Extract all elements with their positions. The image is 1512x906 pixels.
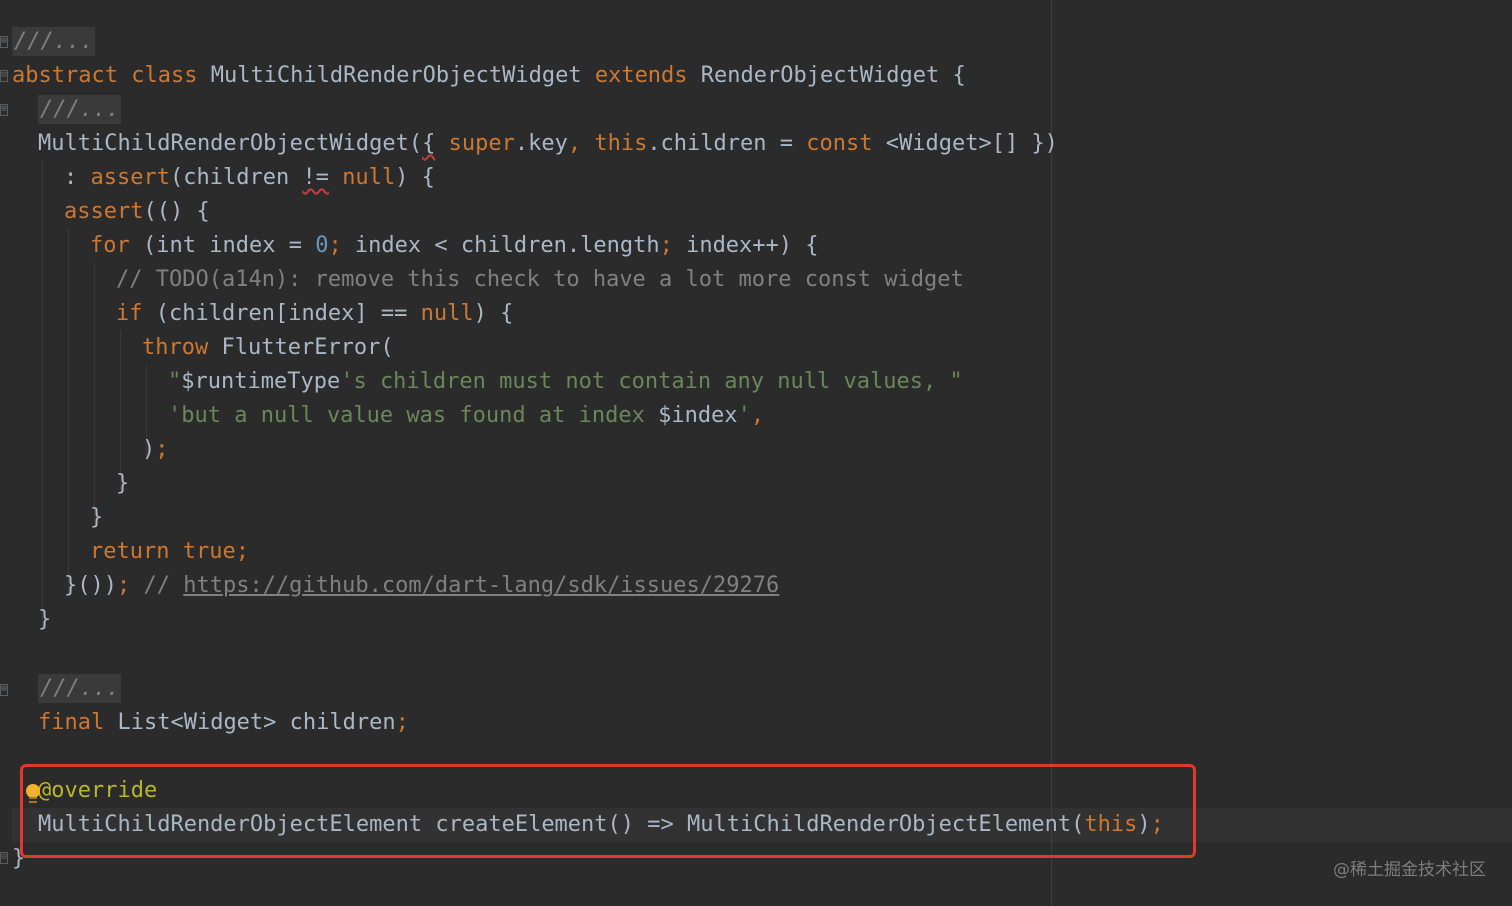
field-ref: .key <box>514 131 568 156</box>
folded-doc-comment[interactable]: ///... <box>12 27 96 56</box>
string-interpolation: $index <box>658 403 738 428</box>
keyword: if <box>116 301 143 326</box>
code-line[interactable]: return true; <box>90 535 249 569</box>
editor-gutter[interactable] <box>0 0 12 906</box>
folded-doc-comment[interactable]: ///... <box>38 95 122 124</box>
type-literal: <Widget>[] }) <box>872 131 1058 156</box>
punctuation: ) { <box>473 301 514 326</box>
punctuation: { <box>939 63 966 88</box>
code-line[interactable]: ///... <box>38 93 122 127</box>
code-line[interactable]: MultiChildRenderObjectWidget({ super.key… <box>38 127 1058 161</box>
keyword: throw <box>142 335 209 360</box>
punctuation: ; <box>116 573 131 598</box>
code-line[interactable]: } <box>90 501 103 535</box>
punctuation: , <box>750 403 765 428</box>
punctuation: ) { <box>395 165 435 190</box>
code-line[interactable]: for (int index = 0; index < children.len… <box>90 229 819 263</box>
punctuation: ; <box>155 437 169 462</box>
punctuation: } <box>116 471 130 496</box>
keyword: abstract <box>12 63 118 88</box>
keyword: this <box>594 131 648 156</box>
folded-doc-comment[interactable]: ///... <box>38 674 122 703</box>
string-literal: " <box>168 369 182 394</box>
intention-bulb-base <box>29 797 37 803</box>
string-literal: 's children must not contain any null va… <box>340 369 963 394</box>
keyword: super <box>448 131 515 156</box>
fold-marker-icon[interactable]: ⊞ <box>0 104 8 116</box>
string-interpolation: $runtimeType <box>181 369 341 394</box>
keyword: null <box>342 165 396 190</box>
field-declaration: List<Widget> children <box>104 710 396 735</box>
expression: (int index = <box>129 233 316 258</box>
intention-bulb-icon[interactable] <box>26 784 40 798</box>
fold-marker-icon[interactable]: ⊞ <box>0 684 8 696</box>
todo-comment: // TODO(a14n): remove this check to have… <box>116 267 964 292</box>
punctuation: }()) <box>64 573 117 598</box>
punctuation: ; <box>395 710 409 735</box>
code-line[interactable]: : assert(children != null) { <box>64 161 435 195</box>
code-line[interactable]: final List<Widget> children; <box>38 706 409 740</box>
punctuation: : <box>64 165 91 190</box>
code-line[interactable]: ///... <box>12 25 96 59</box>
code-line[interactable]: // TODO(a14n): remove this check to have… <box>116 263 964 297</box>
code-line[interactable]: 'but a null value was found at index $in… <box>168 399 764 433</box>
fold-marker-icon[interactable]: ⊞ <box>0 36 8 48</box>
punctuation: } <box>38 607 52 632</box>
class-name: MultiChildRenderObjectWidget <box>210 63 582 88</box>
punctuation: ) <box>142 437 156 462</box>
string-literal: 'but a null value was found at index <box>168 403 659 428</box>
punctuation: ; <box>235 539 249 564</box>
indent-guide <box>68 228 69 596</box>
punctuation: } <box>90 505 104 530</box>
watermark: @稀土掘金技术社区 <box>1333 860 1486 880</box>
keyword: extends <box>594 63 688 88</box>
code-line[interactable]: } <box>38 603 51 637</box>
keyword: class <box>131 63 198 88</box>
superclass-name: RenderObjectWidget <box>700 63 940 88</box>
keyword: const <box>806 131 873 156</box>
punctuation: { <box>422 131 436 156</box>
keyword: assert <box>64 199 144 224</box>
issue-link[interactable]: https://github.com/dart-lang/sdk/issues/… <box>183 573 779 598</box>
code-editor[interactable]: ⊞ ⊟ ⊞ ⊞ ⊟ ///... abstract class MultiChi… <box>0 0 1512 906</box>
code-line[interactable]: "$runtimeType's children must not contai… <box>168 365 963 399</box>
fold-marker-icon[interactable]: ⊟ <box>0 852 8 864</box>
keyword: final <box>38 710 105 735</box>
code-line[interactable]: assert(() { <box>64 195 210 229</box>
keyword: assert <box>90 165 170 190</box>
highlight-annotation-box <box>20 764 1196 858</box>
string-literal: ' <box>737 403 751 428</box>
code-line[interactable]: } <box>116 467 129 501</box>
operator: != <box>302 165 329 190</box>
expression: index < children.length <box>341 233 660 258</box>
punctuation: ; <box>328 233 342 258</box>
punctuation: ; <box>659 233 673 258</box>
code-line[interactable]: ); <box>142 433 169 467</box>
fold-marker-icon[interactable]: ⊟ <box>0 70 8 82</box>
expression: (children <box>169 165 303 190</box>
expression: FlutterError( <box>208 335 394 360</box>
comment: // <box>130 573 184 598</box>
punctuation: (() { <box>143 199 210 224</box>
code-line[interactable]: }()); // https://github.com/dart-lang/sd… <box>64 569 779 603</box>
punctuation: , <box>567 131 582 156</box>
number-literal: 0 <box>315 233 329 258</box>
field-ref: .children = <box>647 131 807 156</box>
code-line[interactable]: ///... <box>38 672 122 706</box>
keyword: return <box>90 539 170 564</box>
indent-guide <box>120 330 121 490</box>
code-line[interactable]: throw FlutterError( <box>142 331 394 365</box>
indent-guide <box>94 262 95 526</box>
code-line[interactable]: if (children[index] == null) { <box>116 297 513 331</box>
expression: index++) { <box>672 233 819 258</box>
code-line[interactable]: abstract class MultiChildRenderObjectWid… <box>12 59 966 93</box>
keyword: true <box>182 539 236 564</box>
expression: (children[index] == <box>142 301 421 326</box>
constructor-name: MultiChildRenderObjectWidget( <box>38 131 423 156</box>
indent-guide <box>42 160 43 630</box>
keyword: for <box>90 233 130 258</box>
keyword: null <box>420 301 474 326</box>
